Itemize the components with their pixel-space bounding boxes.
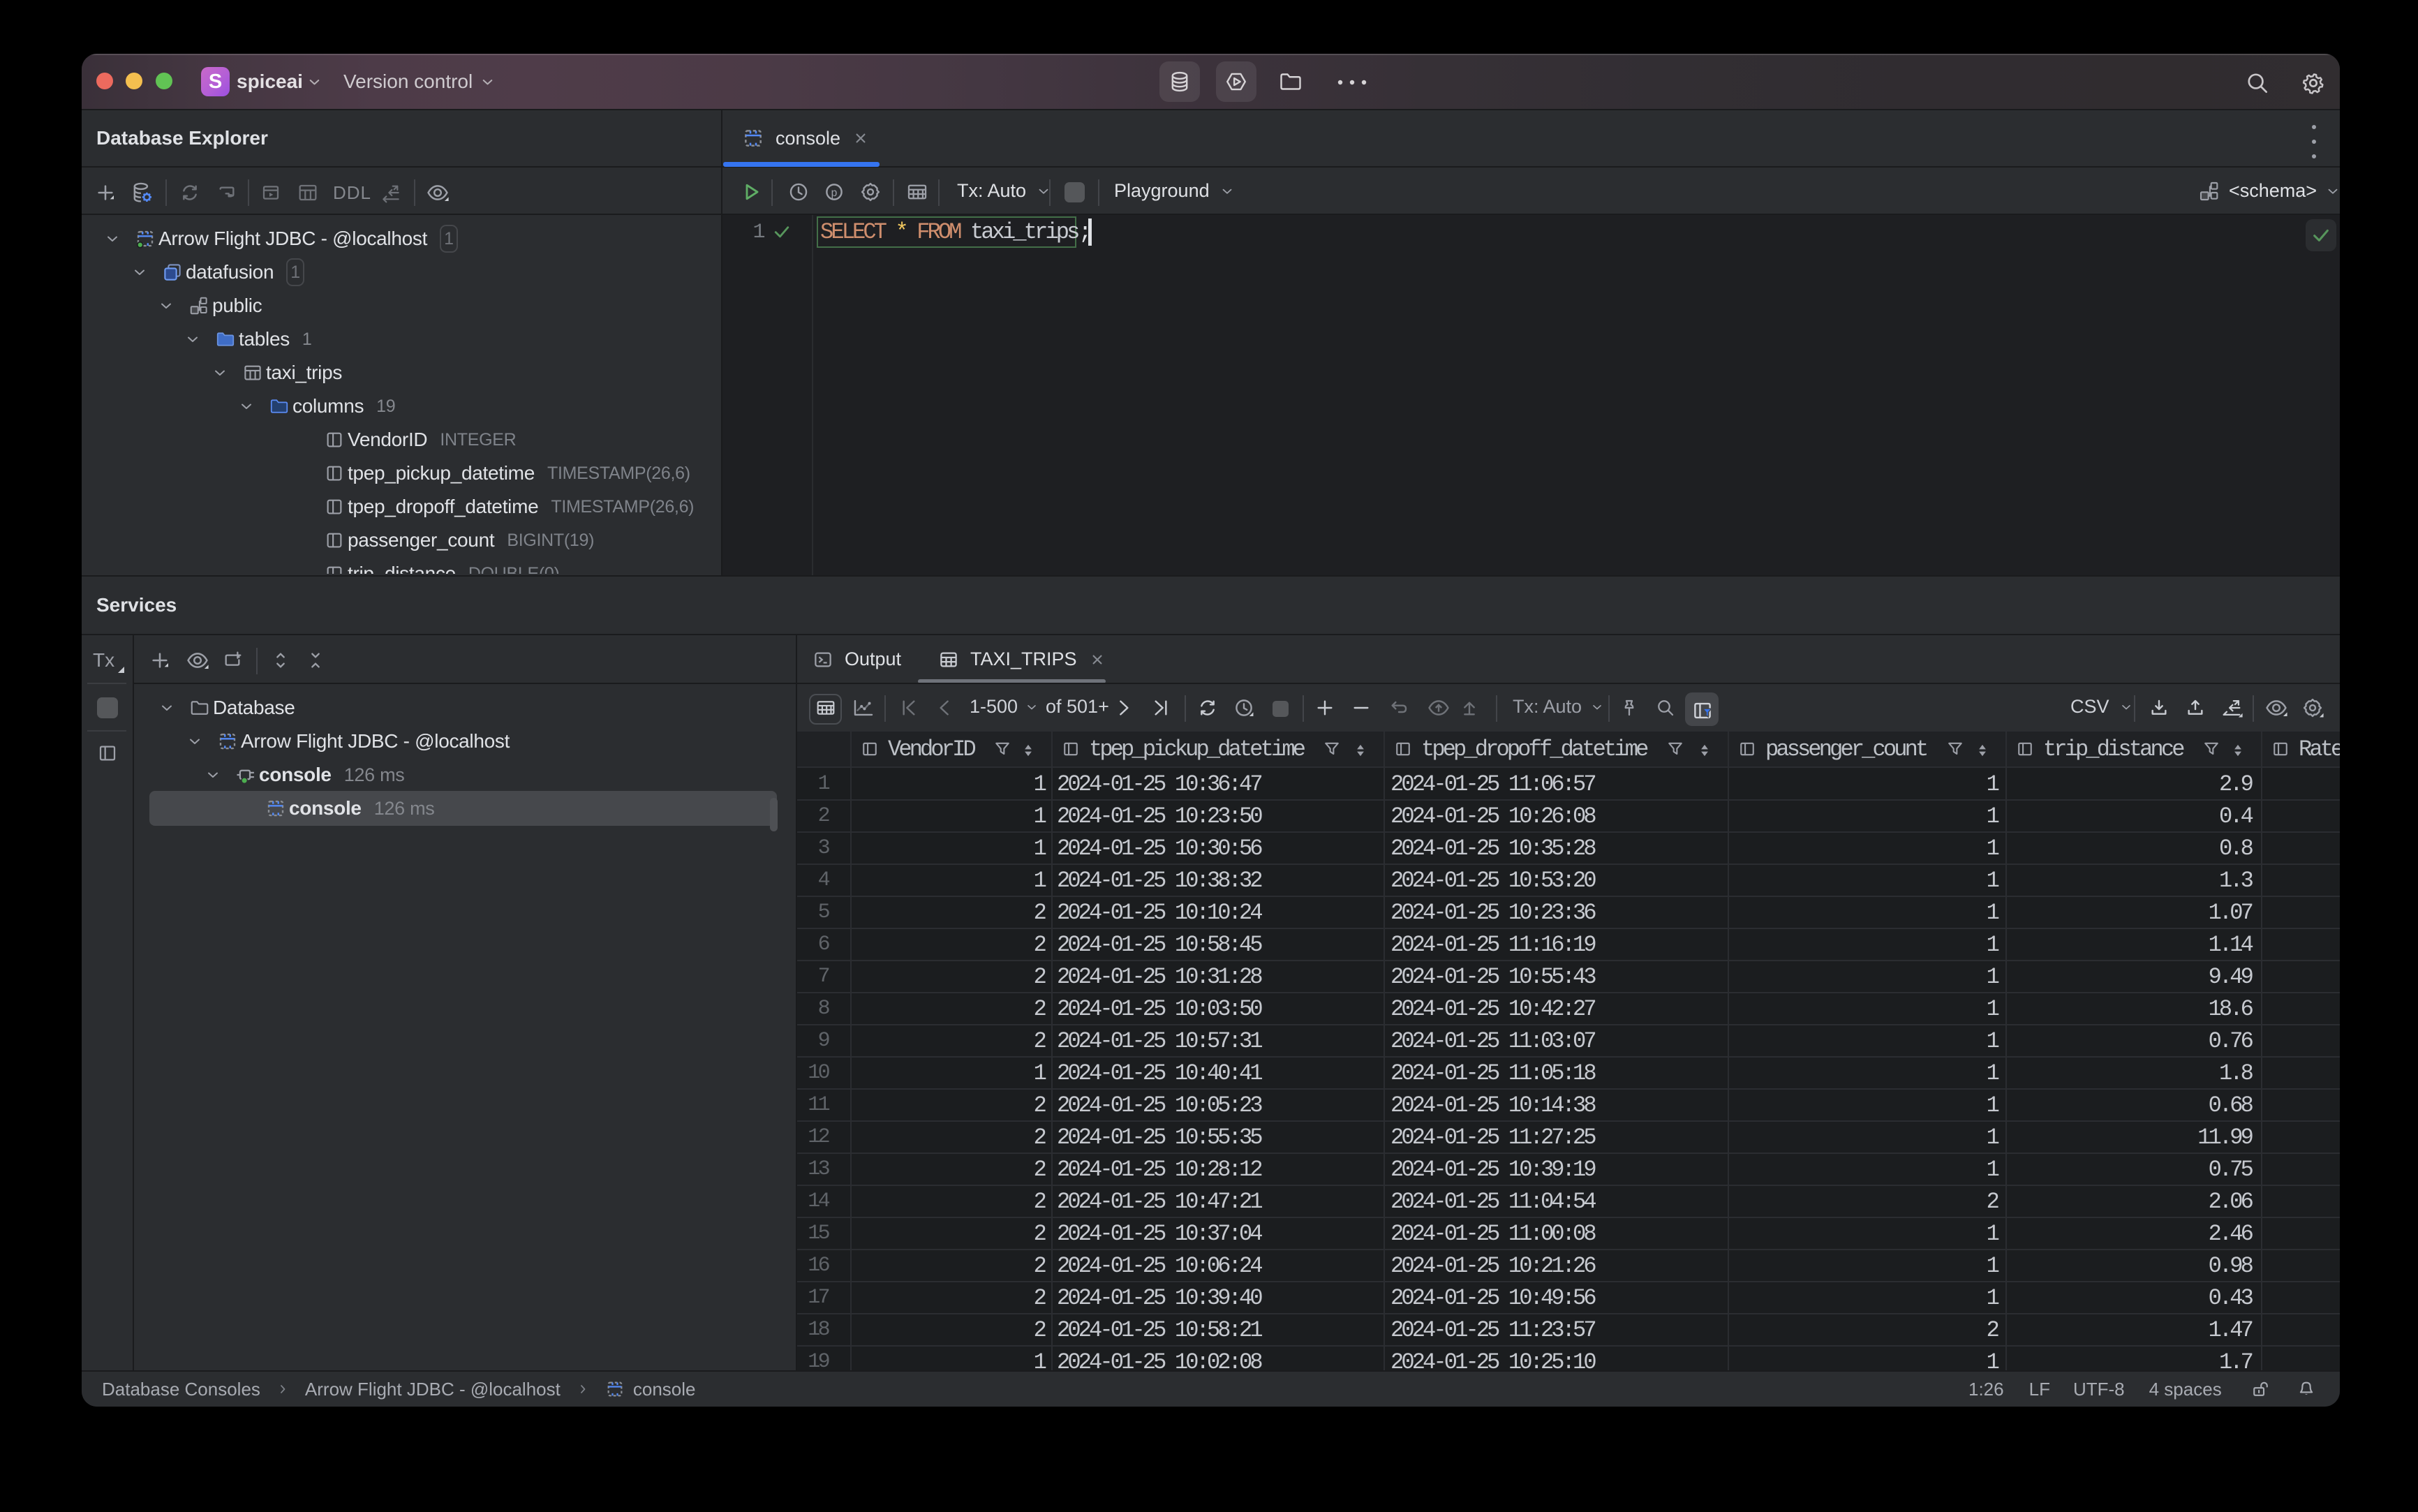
svg-text:p: p (831, 187, 838, 199)
